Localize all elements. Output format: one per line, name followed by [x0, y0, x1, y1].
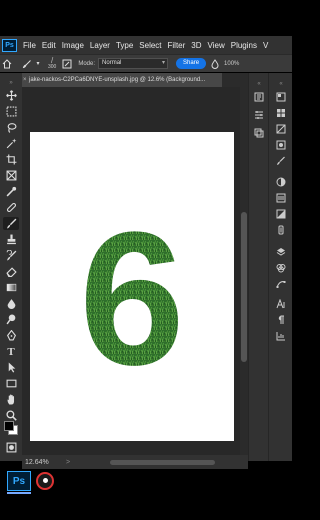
menu-filter[interactable]: Filter [165, 41, 189, 50]
swatches-panel-icon[interactable] [273, 106, 289, 119]
status-bar: 12.64% > [22, 455, 248, 469]
document-tab[interactable]: × jake-nackos-C2PCa6DNYE-unsplash.jpg @ … [22, 73, 222, 87]
taskbar-app-icon-center [43, 478, 48, 483]
quick-mask-icon[interactable] [3, 441, 19, 453]
type-icon[interactable]: T [3, 345, 19, 358]
status-info-arrow[interactable]: > [62, 459, 74, 466]
panel-strip-right: « [268, 73, 292, 461]
color-panel-icon[interactable] [273, 90, 289, 103]
menu-select[interactable]: Select [136, 41, 164, 50]
pen-icon[interactable] [3, 329, 19, 342]
brush-size-control[interactable]: / 300 [48, 56, 57, 71]
layers-panel-icon[interactable] [273, 245, 289, 258]
magic-wand-icon[interactable] [3, 137, 19, 150]
mode-label: Mode: [78, 60, 96, 67]
canvas-area[interactable]: 6 [22, 87, 256, 455]
channels-panel-icon[interactable] [273, 261, 289, 274]
taskbar-active-indicator [7, 492, 31, 494]
menu-layer[interactable]: Layer [87, 41, 113, 50]
menu-file[interactable]: File [20, 41, 39, 50]
character-panel-icon[interactable] [273, 297, 289, 310]
document-tab-bar: × jake-nackos-C2PCa6DNYE-unsplash.jpg @ … [22, 73, 256, 87]
menu-bar: Ps File Edit Image Layer Type Select Fil… [0, 36, 292, 54]
styles-panel-icon[interactable] [273, 207, 289, 220]
foreground-color-swatch[interactable] [4, 421, 14, 431]
paths-panel-icon[interactable] [273, 277, 289, 290]
glyphs-panel-icon[interactable] [273, 223, 289, 236]
menu-plugins[interactable]: Plugins [228, 41, 260, 50]
lasso-icon[interactable] [3, 121, 19, 134]
share-button[interactable]: Share [176, 58, 207, 69]
screen-top-bezel [0, 0, 292, 36]
tools-panel: » T [0, 73, 22, 461]
gradients-panel-icon[interactable] [273, 122, 289, 135]
history-brush-icon[interactable] [3, 249, 19, 262]
options-bar: ▾ / 300 Mode: Normal Share 100% [0, 54, 292, 72]
vertical-scroll-thumb[interactable] [241, 212, 247, 362]
properties-panel-icon[interactable] [251, 108, 267, 121]
status-zoom-level[interactable]: 12.64% [22, 459, 62, 466]
menu-type[interactable]: Type [113, 41, 136, 50]
info-panel-icon[interactable] [273, 329, 289, 342]
brushes-panel-icon[interactable] [273, 154, 289, 167]
blur-icon[interactable] [3, 297, 19, 310]
horizontal-scroll-thumb[interactable] [110, 459, 216, 465]
panel-collapse-icon-2[interactable]: « [273, 77, 289, 90]
eyedropper-icon[interactable] [3, 185, 19, 198]
libraries-panel-icon[interactable] [273, 191, 289, 204]
brush-settings-icon[interactable] [60, 57, 74, 71]
menu-edit[interactable]: Edit [39, 41, 59, 50]
gradient-icon[interactable] [3, 281, 19, 294]
taskbar-photoshop-icon[interactable]: Ps [7, 471, 31, 491]
menu-3d[interactable]: 3D [188, 41, 204, 50]
document-glyph: 6 [79, 193, 185, 405]
marquee-icon[interactable] [3, 105, 19, 118]
history-panel-icon[interactable] [251, 90, 267, 103]
chevron-down-icon[interactable]: ▾ [34, 57, 42, 71]
document-canvas[interactable]: 6 [30, 132, 234, 441]
paragraph-panel-icon[interactable] [273, 313, 289, 326]
rectangle-icon[interactable] [3, 377, 19, 390]
crop-icon[interactable] [3, 153, 19, 166]
toolbar-collapse-icon[interactable]: » [3, 76, 19, 89]
hand-icon[interactable] [3, 393, 19, 406]
brush-size-value: 300 [48, 64, 57, 70]
zoom-percentage[interactable]: 100% [224, 61, 239, 67]
frame-icon[interactable] [3, 169, 19, 182]
dodge-icon[interactable] [3, 313, 19, 326]
brush-preset-icon[interactable] [20, 57, 34, 71]
brush-icon[interactable] [3, 217, 19, 230]
opacity-icon[interactable] [208, 57, 222, 71]
healing-icon[interactable] [3, 201, 19, 214]
mode-select[interactable]: Normal [98, 58, 169, 69]
stamp-icon[interactable] [3, 233, 19, 246]
grass-number-artwork: 6 [79, 193, 185, 405]
layer-comps-icon[interactable] [251, 126, 267, 139]
panel-strip-left: « [248, 73, 268, 461]
path-select-icon[interactable] [3, 361, 19, 374]
home-icon[interactable] [0, 57, 14, 71]
document-tab-title: jake-nackos-C2PCa6DNYE-unsplash.jpg @ 12… [29, 77, 206, 83]
photoshop-logo: Ps [2, 38, 17, 52]
menu-view[interactable]: View [205, 41, 228, 50]
patterns-panel-icon[interactable] [273, 138, 289, 151]
menu-image[interactable]: Image [59, 41, 87, 50]
brush-tip-icon: / [51, 56, 54, 65]
adjustments-panel-icon[interactable] [273, 175, 289, 188]
menu-window[interactable]: V [260, 41, 271, 50]
move-icon[interactable] [3, 89, 19, 102]
panel-collapse-icon[interactable]: « [251, 77, 267, 90]
eraser-icon[interactable] [3, 265, 19, 278]
close-icon[interactable]: × [23, 73, 27, 87]
